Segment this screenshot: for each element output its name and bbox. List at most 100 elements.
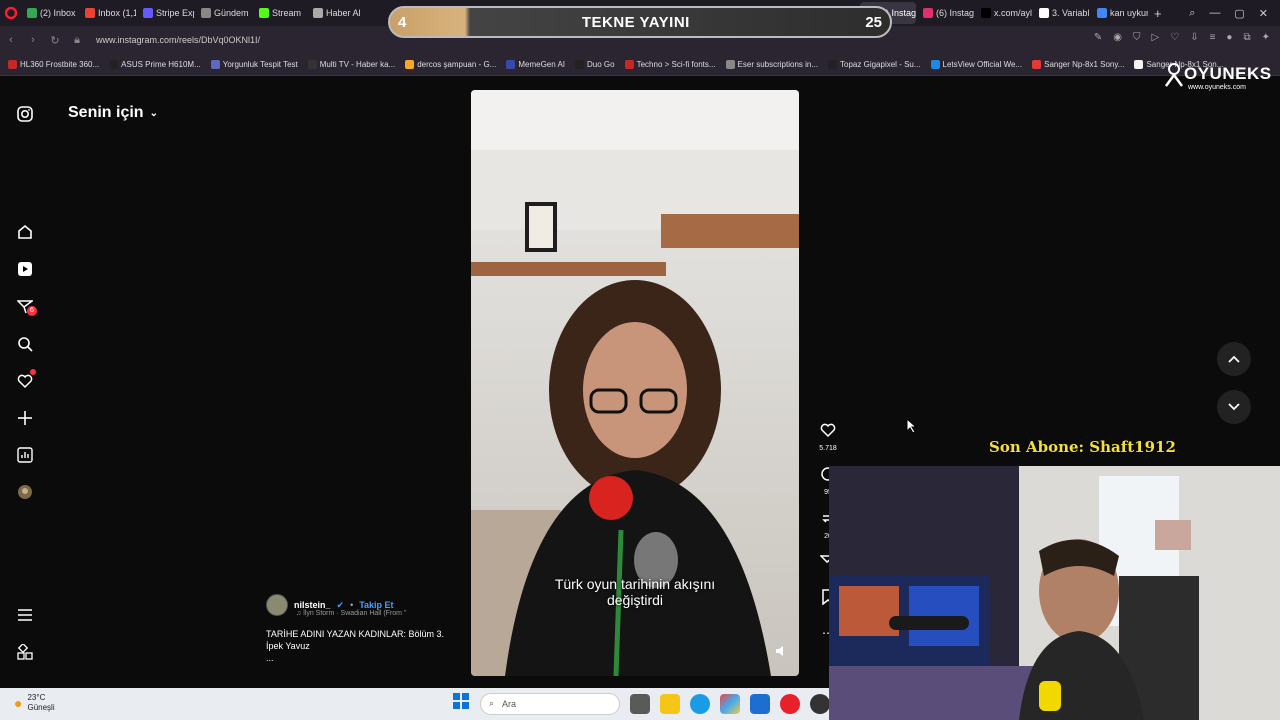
- tab-favicon-icon: [313, 8, 324, 18]
- more-link[interactable]: ...: [266, 652, 466, 664]
- instagram-logo-icon[interactable]: [15, 104, 35, 124]
- bookmark-label: MemeGen AI: [518, 60, 566, 69]
- search-icon[interactable]: [15, 334, 35, 354]
- bookmarks-bar: HL360 Frostbite 360... ASUS Prime H610M..…: [0, 54, 1280, 76]
- reel-video[interactable]: Türk oyun tarihinin akışını değiştirdi: [471, 90, 799, 676]
- close-window-button[interactable]: ✕: [1259, 7, 1268, 20]
- weather-condition: Güneşli: [27, 703, 55, 712]
- reload-icon[interactable]: ↻: [44, 34, 66, 47]
- heart-icon[interactable]: ♡: [1170, 32, 1179, 43]
- stream-banner-title: TEKNE YAYINI: [581, 13, 690, 31]
- bookmark-item[interactable]: Duo Go: [575, 60, 615, 69]
- bookmark-item[interactable]: ASUS Prime H610M...: [109, 60, 201, 69]
- mute-icon[interactable]: [775, 644, 787, 662]
- tab-favicon-icon: [201, 8, 211, 18]
- tab-label: (2) Inbox: [40, 8, 76, 18]
- right-tab-10[interactable]: 3. Variabl: [1034, 2, 1090, 24]
- bookmark-item[interactable]: dercos şampuan - G...: [405, 60, 496, 69]
- left-tab-0[interactable]: (2) Inbox: [22, 2, 78, 24]
- like-heart-icon[interactable]: [820, 422, 836, 438]
- follow-button[interactable]: Takip Et: [359, 600, 393, 610]
- tab-label: Stripe Exp: [156, 8, 194, 18]
- bookmark-label: Techno > Sci-fi fonts...: [636, 60, 716, 69]
- back-button[interactable]: ‹: [0, 34, 22, 46]
- previous-reel-button[interactable]: [1217, 342, 1251, 376]
- left-tab-2[interactable]: Stripe Exp: [138, 2, 194, 24]
- opera-logo-icon[interactable]: [0, 7, 22, 19]
- tab-search-icon[interactable]: ⌕: [1189, 7, 1195, 20]
- opera-taskbar-icon[interactable]: [780, 693, 800, 714]
- like-action[interactable]: 5.718: [816, 422, 840, 452]
- more-menu-icon[interactable]: [15, 605, 35, 625]
- tab-favicon-icon: [981, 8, 992, 18]
- bookmark-item[interactable]: LetsView Official We...: [930, 60, 1022, 69]
- tab-label: Gündem: [214, 8, 249, 18]
- bookmark-label: Multi TV - Haber ka...: [319, 60, 396, 69]
- windows-start-icon[interactable]: [452, 692, 470, 715]
- like-count: 5.718: [819, 445, 837, 452]
- maximize-button[interactable]: ▢: [1234, 7, 1244, 20]
- stream-banner-right-count: 25: [865, 13, 882, 31]
- new-tab-button[interactable]: +: [1154, 6, 1162, 21]
- right-tab-9[interactable]: x.com/ayl: [976, 2, 1032, 24]
- camera-icon[interactable]: ◉: [1113, 32, 1122, 43]
- download-icon[interactable]: ⇩: [1190, 32, 1198, 43]
- watermark-site: www.oyuneks.com: [1188, 84, 1246, 91]
- right-tab-8[interactable]: (6) Instag: [918, 2, 974, 24]
- author-avatar[interactable]: [266, 594, 288, 616]
- taskbar-search[interactable]: ⌕ Ara: [480, 692, 620, 715]
- left-tab-3[interactable]: Gündem: [196, 2, 252, 24]
- feed-title: Senin için: [68, 104, 144, 121]
- shield-icon[interactable]: ⛉: [1133, 32, 1141, 43]
- bookmark-item[interactable]: Eser subscriptions in...: [725, 60, 819, 69]
- profile-avatar[interactable]: [15, 482, 35, 502]
- store-icon[interactable]: [750, 693, 770, 714]
- right-tab-11[interactable]: kan uykun: [1092, 2, 1148, 24]
- bookmark-item[interactable]: Topaz Gigapixel - Su...: [828, 60, 921, 69]
- home-icon[interactable]: [15, 222, 35, 242]
- extensions-icon[interactable]: ⧉: [1243, 32, 1250, 43]
- bookmark-favicon-icon: [725, 60, 735, 69]
- left-tab-4[interactable]: Stream: [254, 2, 306, 24]
- dashboard-icon[interactable]: [15, 445, 35, 465]
- apps-icon[interactable]: [15, 642, 35, 662]
- minimize-button[interactable]: —: [1209, 7, 1220, 19]
- url-field[interactable]: www.instagram.com/reels/DbVq0OKNl1I/: [96, 35, 260, 45]
- notifications-heart-icon[interactable]: [15, 369, 36, 391]
- verified-icon: ✔: [336, 599, 345, 610]
- post-description: TARİHE ADINI YAZAN KADINLAR: Bölüm 3. İp…: [266, 628, 466, 664]
- edge-browser-icon[interactable]: [690, 693, 710, 714]
- obs-icon[interactable]: [810, 693, 830, 714]
- music-track[interactable]: ♫ llyn Storm · Swadian Hall (From ": [296, 610, 406, 617]
- copilot-icon[interactable]: [720, 693, 740, 714]
- left-tab-5[interactable]: Haber Al: [308, 2, 364, 24]
- create-icon[interactable]: [15, 408, 35, 428]
- feed-selector[interactable]: Senin için ⌄: [68, 104, 158, 122]
- file-explorer-icon[interactable]: [660, 693, 680, 714]
- left-tab-1[interactable]: Inbox (1,1: [80, 2, 136, 24]
- bookmark-item[interactable]: Sanger Np-8x1 Sony...: [1032, 60, 1124, 69]
- task-view-icon[interactable]: [630, 693, 650, 714]
- bookmark-label: Eser subscriptions in...: [737, 60, 819, 69]
- bookmark-item[interactable]: Techno > Sci-fi fonts...: [624, 60, 716, 69]
- bookmark-item[interactable]: Multi TV - Haber ka...: [307, 60, 396, 69]
- profile-icon[interactable]: ●: [1226, 32, 1232, 43]
- messages-icon[interactable]: 6: [15, 297, 37, 317]
- video-caption: Türk oyun tarihinin akışını değiştirdi: [471, 576, 799, 608]
- menu-icon[interactable]: ≡: [1210, 32, 1216, 43]
- bookmark-item[interactable]: MemeGen AI: [506, 60, 565, 69]
- ai-icon[interactable]: ✦: [1262, 32, 1270, 43]
- weather-widget[interactable]: ● 23°C Güneşli: [14, 693, 55, 713]
- next-reel-button[interactable]: [1217, 390, 1251, 424]
- forward-button[interactable]: ›: [22, 34, 44, 46]
- reels-icon[interactable]: [15, 259, 35, 279]
- bookmark-item[interactable]: HL360 Frostbite 360...: [8, 60, 99, 69]
- music-track-label: llyn Storm · Swadian Hall (From ": [303, 610, 407, 617]
- edit-icon[interactable]: ✎: [1094, 32, 1102, 43]
- bookmark-item[interactable]: Yorgunluk Tespit Test: [210, 60, 298, 69]
- bookmark-favicon-icon: [506, 60, 516, 69]
- bookmark-favicon-icon: [575, 60, 585, 69]
- lock-icon: 🔒︎: [74, 33, 80, 46]
- play-icon[interactable]: ▷: [1152, 32, 1160, 43]
- author-name[interactable]: nilstein_: [294, 600, 331, 610]
